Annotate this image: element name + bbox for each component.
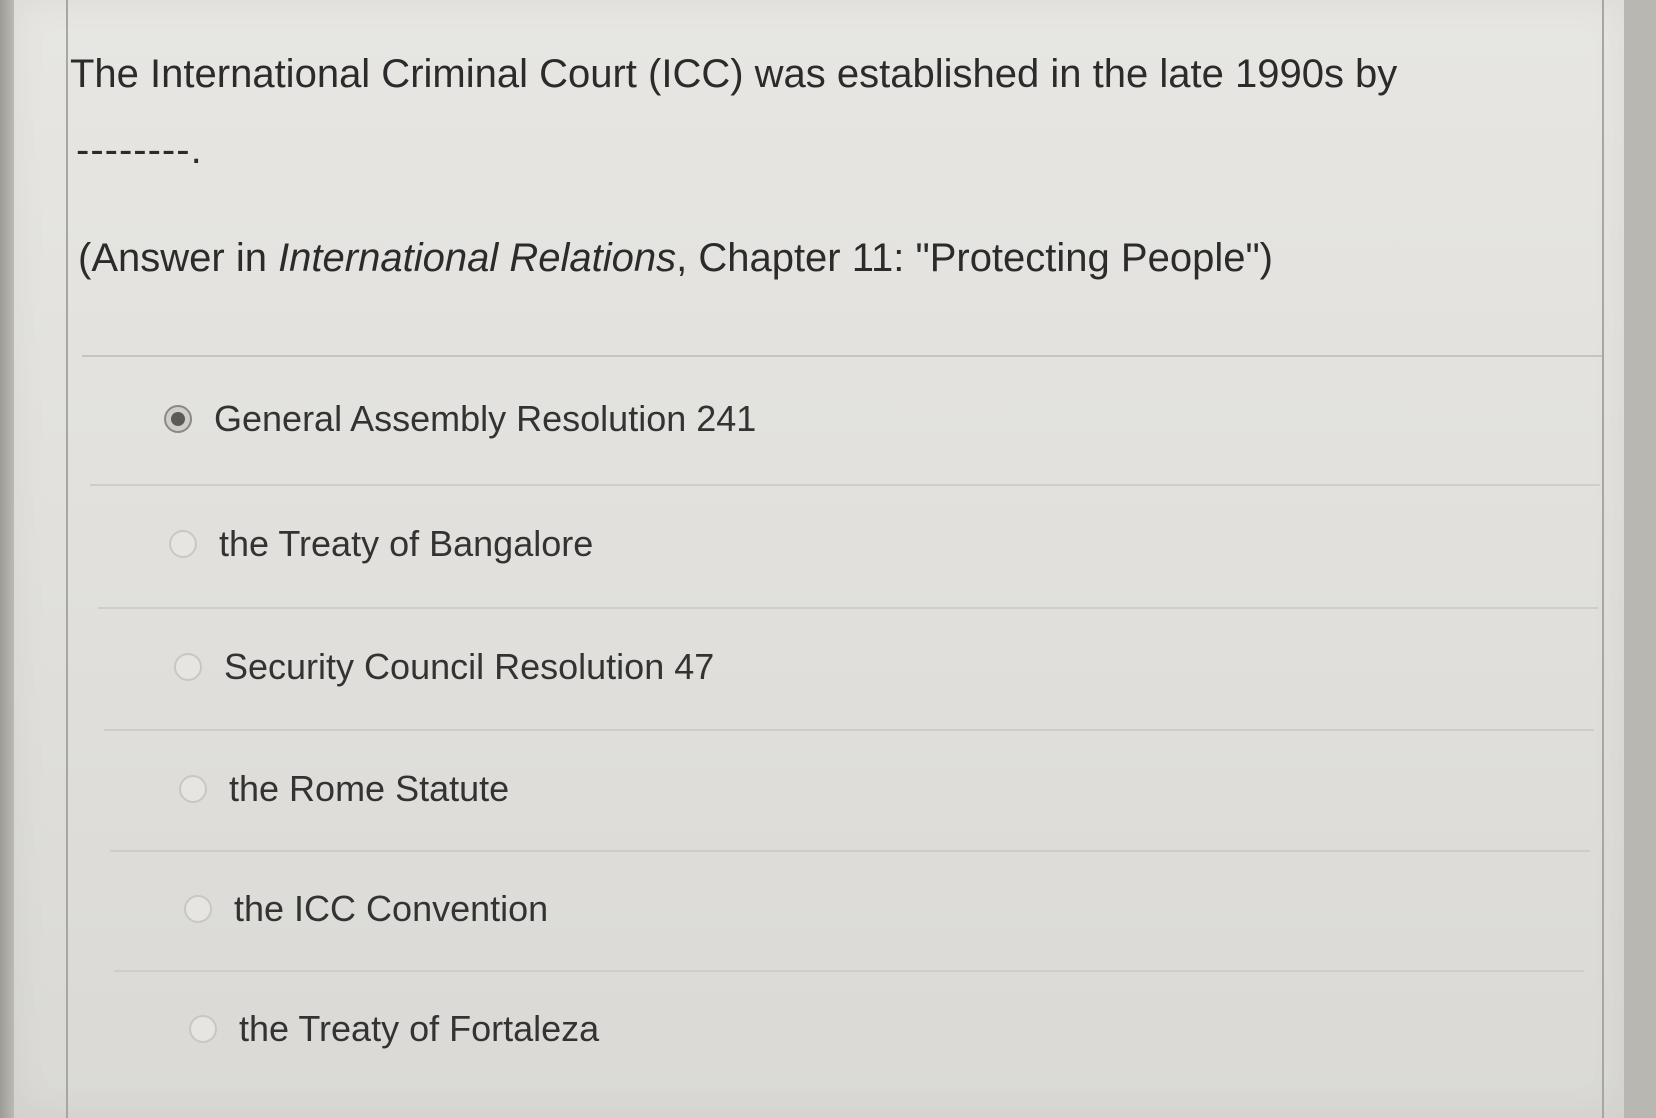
- radio-unselected-icon[interactable]: [169, 530, 197, 558]
- radio-unselected-icon[interactable]: [174, 653, 202, 681]
- reference-book-title: International Relations: [278, 236, 677, 280]
- radio-unselected-icon[interactable]: [184, 895, 212, 923]
- answer-option-label: the Treaty of Bangalore: [219, 523, 594, 564]
- question-divider: [82, 355, 1602, 357]
- quiz-page: The International Criminal Court (ICC) w…: [14, 0, 1624, 1118]
- answer-option[interactable]: General Assembly Resolution 241: [164, 360, 756, 478]
- answer-option-label: the Treaty of Fortaleza: [239, 1008, 600, 1049]
- answer-option[interactable]: the Treaty of Bangalore: [169, 485, 593, 603]
- answer-option-label: Security Council Resolution 47: [224, 646, 715, 687]
- reference-prefix: (Answer in: [78, 236, 279, 280]
- radio-unselected-icon[interactable]: [189, 1015, 217, 1043]
- question-text: The International Criminal Court (ICC) w…: [70, 52, 1398, 96]
- question-reference: (Answer in International Relations, Chap…: [78, 236, 1273, 281]
- answer-option[interactable]: the Rome Statute: [179, 730, 509, 848]
- radio-unselected-icon[interactable]: [179, 775, 207, 803]
- answer-option-label: General Assembly Resolution 241: [214, 398, 757, 439]
- content-border-right: [1602, 0, 1604, 1118]
- content-border-left: [66, 0, 68, 1118]
- reference-suffix: , Chapter 11: "Protecting People"): [676, 236, 1273, 280]
- answer-option-label: the ICC Convention: [234, 888, 549, 929]
- radio-selected-icon[interactable]: [164, 405, 192, 433]
- question-blank: --------.: [76, 128, 203, 172]
- answer-option[interactable]: Security Council Resolution 47: [174, 608, 714, 726]
- answer-option[interactable]: the Treaty of Fortaleza: [189, 970, 599, 1088]
- answer-option-label: the Rome Statute: [229, 768, 510, 809]
- answer-option[interactable]: the ICC Convention: [184, 850, 548, 968]
